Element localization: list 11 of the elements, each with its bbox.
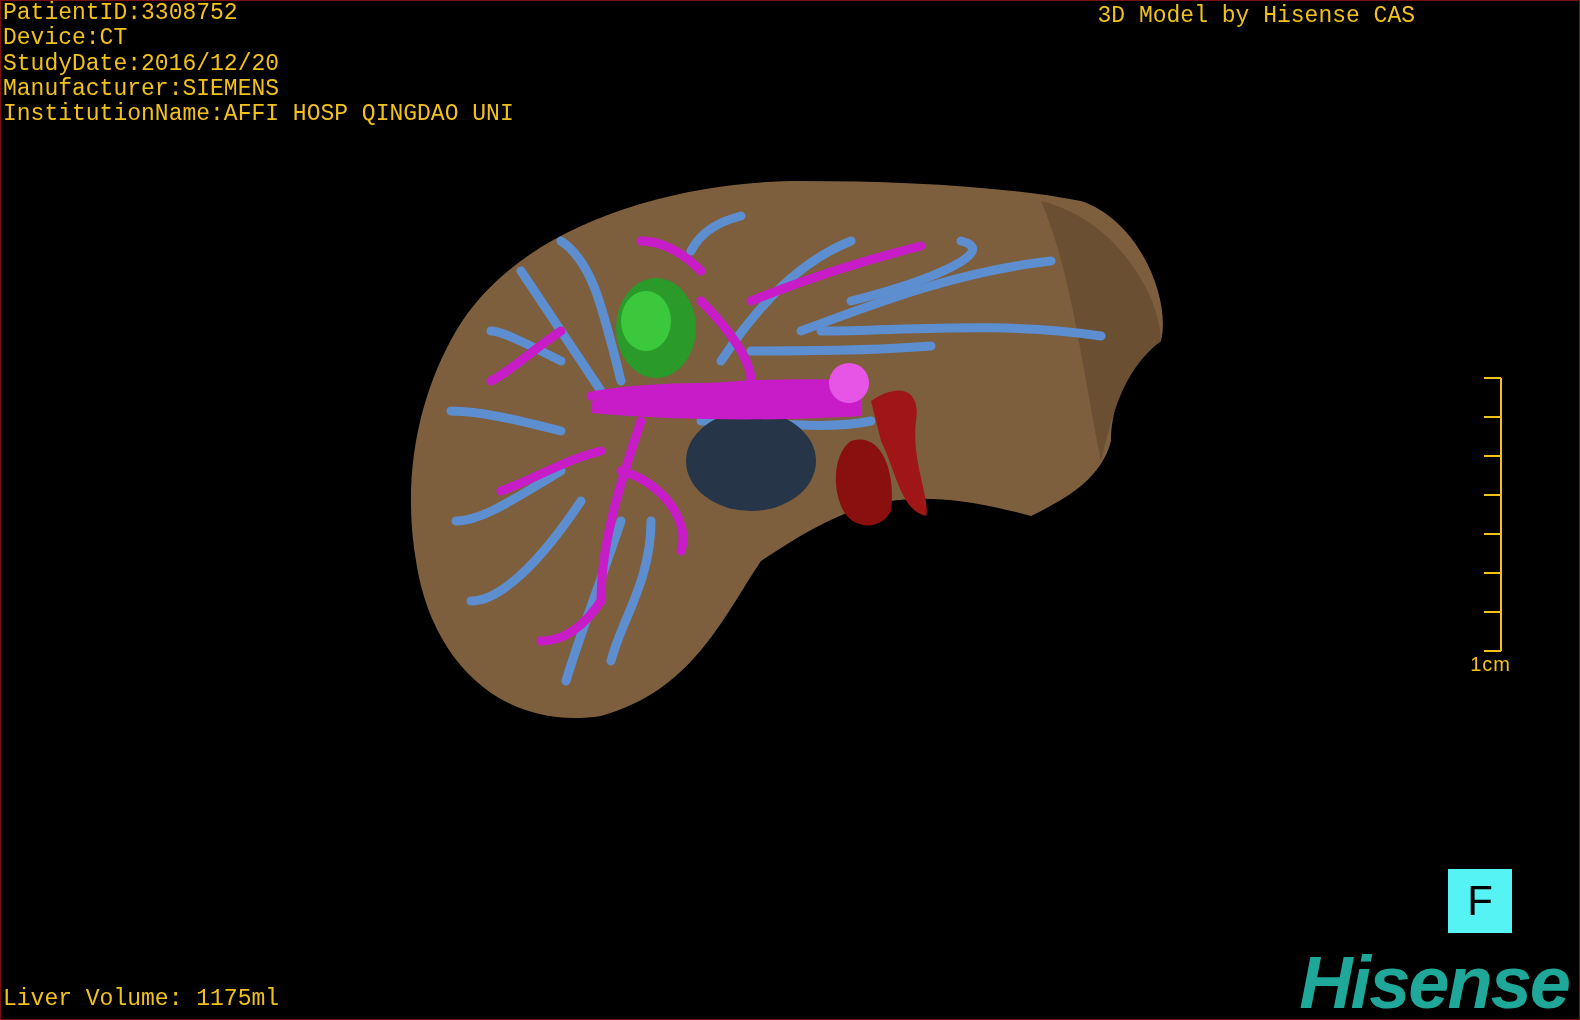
logo-text: Hisense [1299,947,1570,1019]
info-text: Device:CT [3,26,129,52]
info-text: PatientID:3308752 [3,1,239,26]
liver-volume-text: Liver Volume: 1175ml [2,985,280,1014]
scale-label: 1cm [1470,653,1511,676]
view-button[interactable]: F [1448,869,1512,933]
viewer-title: 3D Model by Hisense CAS [1097,2,1415,31]
scale-bar-icon [1483,377,1503,654]
info-text: Manufacturer:SIEMENS [3,76,281,102]
info-text: StudyDate:2016/12/20 [3,51,281,77]
info-text: InstitutionName:AFFI HOSP QINGDAO UNI [3,102,514,128]
